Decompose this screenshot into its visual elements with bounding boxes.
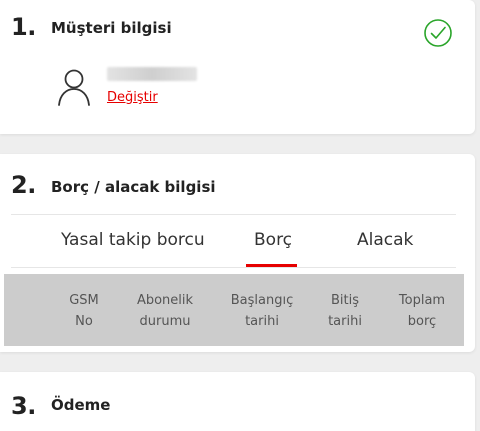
column-header-start-date: Başlangıç tarihi [230, 293, 294, 329]
column-header-gsm-no: GSM No [69, 293, 99, 329]
step-title: Müşteri bilgisi [51, 19, 172, 37]
step-number: 1. [11, 13, 36, 41]
step-number: 2. [11, 171, 36, 199]
divider [11, 214, 456, 215]
divider [11, 267, 456, 268]
customer-info-card: 1. Müşteri bilgisi Değiştir [0, 0, 475, 134]
tab-debt[interactable]: Borç [254, 230, 292, 250]
column-header-subscription-status: Abonelik durumu [136, 293, 194, 329]
step-title: Borç / alacak bilgisi [51, 178, 216, 196]
tab-legal-follow-up-debt[interactable]: Yasal takip borcu [61, 230, 205, 250]
masked-customer-name [107, 67, 197, 81]
change-customer-link[interactable]: Değiştir [107, 90, 158, 105]
tab-credit[interactable]: Alacak [357, 230, 413, 250]
user-icon [58, 69, 90, 106]
debt-credit-card: 2. Borç / alacak bilgisi Yasal takip bor… [0, 154, 475, 352]
column-header-total-debt: Toplam borç [398, 293, 446, 329]
payment-card: 3. Ödeme [0, 372, 475, 431]
step-title: Ödeme [51, 396, 111, 414]
check-circle-icon [424, 19, 452, 47]
table-header: GSM No Abonelik durumu Başlangıç tarihi … [4, 274, 464, 346]
step-number: 3. [11, 392, 36, 420]
column-header-end-date: Bitiş tarihi [328, 293, 362, 329]
